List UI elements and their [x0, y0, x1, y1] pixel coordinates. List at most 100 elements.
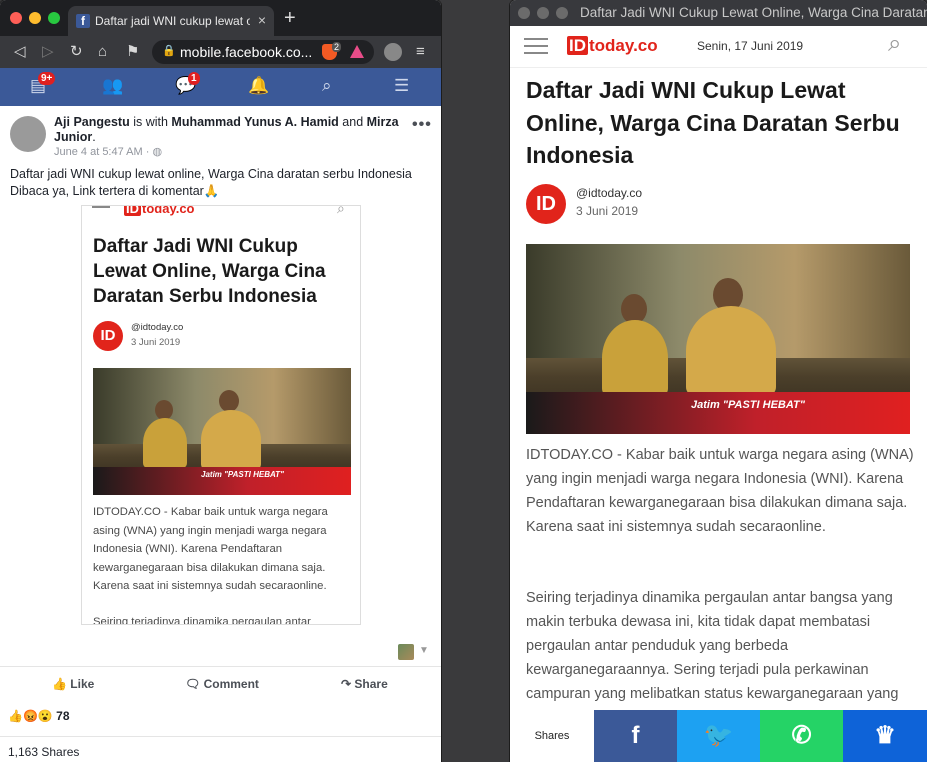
- sumo-share-button[interactable]: ♛: [843, 710, 927, 762]
- paragraph-1: IDTODAY.CO - Kabar baik untuk warga nega…: [526, 447, 914, 535]
- author-logo: ID: [93, 321, 123, 351]
- embedded-screenshot-image[interactable]: ID today.co ⌕ Daftar Jadi WNI Cukup Lewat…: [81, 205, 361, 625]
- comment-button[interactable]: 🗨 Comment: [185, 677, 259, 691]
- menu-icon[interactable]: ≡: [416, 43, 425, 61]
- search-icon[interactable]: ⌕: [322, 76, 332, 96]
- paragraph-2: Seiring terjadinya dinamika pergaulan an…: [526, 590, 899, 702]
- site-header: ID today.co Senin, 17 Juni 2019 ⌕: [510, 26, 927, 68]
- like-button[interactable]: 👍 Like: [52, 677, 94, 691]
- header-date: Senin, 17 Juni 2019: [697, 39, 804, 53]
- comment-label: Comment: [203, 677, 259, 691]
- share-label: Share: [354, 677, 388, 691]
- address-bar[interactable]: 🔒 mobile.facebook.co... 2: [152, 40, 374, 64]
- embedded-photo: Jatim "PASTI HEBAT": [93, 368, 351, 495]
- photo-caption: Jatim "PASTI HEBAT": [201, 470, 284, 479]
- crown-icon: ♛: [874, 722, 896, 749]
- author-logo[interactable]: ID: [526, 184, 566, 224]
- search-icon[interactable]: ⌕: [888, 30, 901, 58]
- tab-bar: f Daftar jadi WNI cukup lewat online × +: [0, 0, 441, 36]
- notifications-icon[interactable]: 🔔: [248, 76, 269, 96]
- minimize-window-button[interactable]: [29, 12, 41, 24]
- maximize-window-button[interactable]: [556, 7, 568, 19]
- and-text: and: [342, 115, 364, 129]
- maximize-window-button[interactable]: [48, 12, 60, 24]
- embedded-body: IDTODAY.CO - Kabar baik untuk warga nega…: [93, 506, 328, 592]
- bookmark-icon[interactable]: ⚑: [126, 43, 139, 61]
- browser-tab[interactable]: f Daftar jadi WNI cukup lewat online ×: [68, 6, 274, 36]
- minimize-window-button[interactable]: [537, 7, 549, 19]
- reactions-count: 78: [56, 709, 70, 723]
- logo-id: ID: [124, 206, 141, 216]
- whatsapp-share-button[interactable]: ✆: [760, 710, 843, 762]
- separator-dot: ·: [145, 146, 150, 158]
- author-name[interactable]: Aji Pangestu: [54, 115, 130, 129]
- embedded-date: 3 Juni 2019: [131, 337, 181, 348]
- person-batik: [686, 306, 776, 396]
- article-headline: Daftar Jadi WNI Cukup Lewat Online, Warg…: [526, 77, 900, 168]
- author-avatar[interactable]: [10, 116, 46, 152]
- profile-avatar[interactable]: [384, 43, 402, 61]
- home-icon[interactable]: ⌂: [98, 43, 107, 61]
- post-time[interactable]: June 4 at 5:47 AM · ◍: [54, 145, 162, 158]
- person-batik: [201, 410, 261, 470]
- twitter-share-button[interactable]: 🐦: [677, 710, 760, 762]
- menu-icon[interactable]: ☰: [394, 76, 409, 96]
- embedded-body-2: Seiring terjadinya dinamika pergaulan an…: [93, 616, 311, 625]
- post-text-line-2: Dibaca ya, Link tertera di komentar🙏: [10, 184, 220, 198]
- facebook-favicon-icon: f: [76, 14, 90, 28]
- friends-icon[interactable]: 👥: [102, 76, 123, 96]
- chevron-down-icon[interactable]: ▼: [419, 645, 429, 656]
- forward-icon[interactable]: ▷: [42, 43, 54, 61]
- shares-count[interactable]: 1,163 Shares: [8, 745, 79, 759]
- share-bar: Shares f 🐦 ✆ ♛: [510, 710, 927, 762]
- close-window-button[interactable]: [10, 12, 22, 24]
- article-author[interactable]: @idtoday.co: [576, 186, 642, 200]
- lock-icon: 🔒: [162, 45, 176, 57]
- site-logo[interactable]: ID today.co: [567, 36, 659, 56]
- shields-count: 2: [332, 42, 342, 52]
- new-tab-button[interactable]: +: [284, 8, 296, 28]
- like-label: Like: [70, 677, 95, 691]
- post-text-line-1: Daftar jadi WNI cukup lewat online, Warg…: [10, 167, 412, 181]
- hamburger-icon[interactable]: [524, 38, 548, 59]
- hamburger-icon: [92, 206, 110, 213]
- post-time-text: June 4 at 5:47 AM: [54, 146, 143, 158]
- person-batik: [602, 320, 668, 396]
- person-head: [219, 390, 239, 412]
- twitter-icon: 🐦: [703, 722, 734, 749]
- reactions-summary[interactable]: 👍😡😮 78: [8, 709, 70, 723]
- article-photo: Jatim "PASTI HEBAT": [526, 244, 910, 434]
- tagged-user-1[interactable]: Muhammad Yunus A. Hamid: [171, 115, 338, 129]
- share-button[interactable]: ↷ Share: [341, 677, 388, 691]
- article-date: 3 Juni 2019: [576, 204, 639, 218]
- with-text: is with: [133, 115, 168, 129]
- post-actions: 👍 Like 🗨 Comment ↷ Share: [0, 666, 441, 700]
- navigation-bar: ◁ ▷ ↻ ⌂ ⚑ 🔒 mobile.facebook.co... 2 ≡: [0, 36, 441, 68]
- home-badge: 9+: [38, 72, 56, 85]
- tab-title: Daftar jadi WNI cukup lewat online: [95, 14, 250, 28]
- share-icon: ↷: [341, 677, 352, 691]
- close-window-button[interactable]: [518, 7, 530, 19]
- close-tab-icon[interactable]: ×: [258, 12, 266, 28]
- brave-shields-icon[interactable]: 2: [322, 42, 342, 60]
- whatsapp-icon: ✆: [791, 722, 812, 749]
- facebook-share-button[interactable]: f: [594, 710, 677, 762]
- person-batik: [143, 418, 187, 468]
- url-text: mobile.facebook.co...: [180, 44, 313, 60]
- facebook-post: Aji Pangestu is with Muhammad Yunus A. H…: [0, 106, 441, 762]
- back-icon[interactable]: ◁: [14, 43, 26, 61]
- post-text: Daftar jadi WNI cukup lewat online, Warg…: [10, 166, 430, 200]
- article: Daftar Jadi WNI Cukup Lewat Online, Warg…: [510, 68, 927, 762]
- brave-rewards-icon[interactable]: [350, 45, 364, 58]
- left-browser-window: f Daftar jadi WNI cukup lewat online × +…: [0, 0, 441, 762]
- comment-icon: 🗨: [185, 677, 201, 691]
- reload-icon[interactable]: ↻: [70, 43, 83, 61]
- facebook-nav-bar: ▤ 9+ 👥 💬 1 🔔 ⌕ ☰: [0, 68, 441, 106]
- window-title: Daftar Jadi WNI Cukup Lewat Online, Warg…: [580, 5, 927, 20]
- embedded-author: @idtoday.co: [131, 322, 184, 333]
- commenter-avatar[interactable]: [398, 644, 414, 660]
- post-header: Aji Pangestu is with Muhammad Yunus A. H…: [54, 115, 399, 144]
- more-options-button[interactable]: •••: [412, 116, 432, 134]
- site-logo: ID today.co: [124, 206, 196, 216]
- search-icon: ⌕: [337, 205, 345, 216]
